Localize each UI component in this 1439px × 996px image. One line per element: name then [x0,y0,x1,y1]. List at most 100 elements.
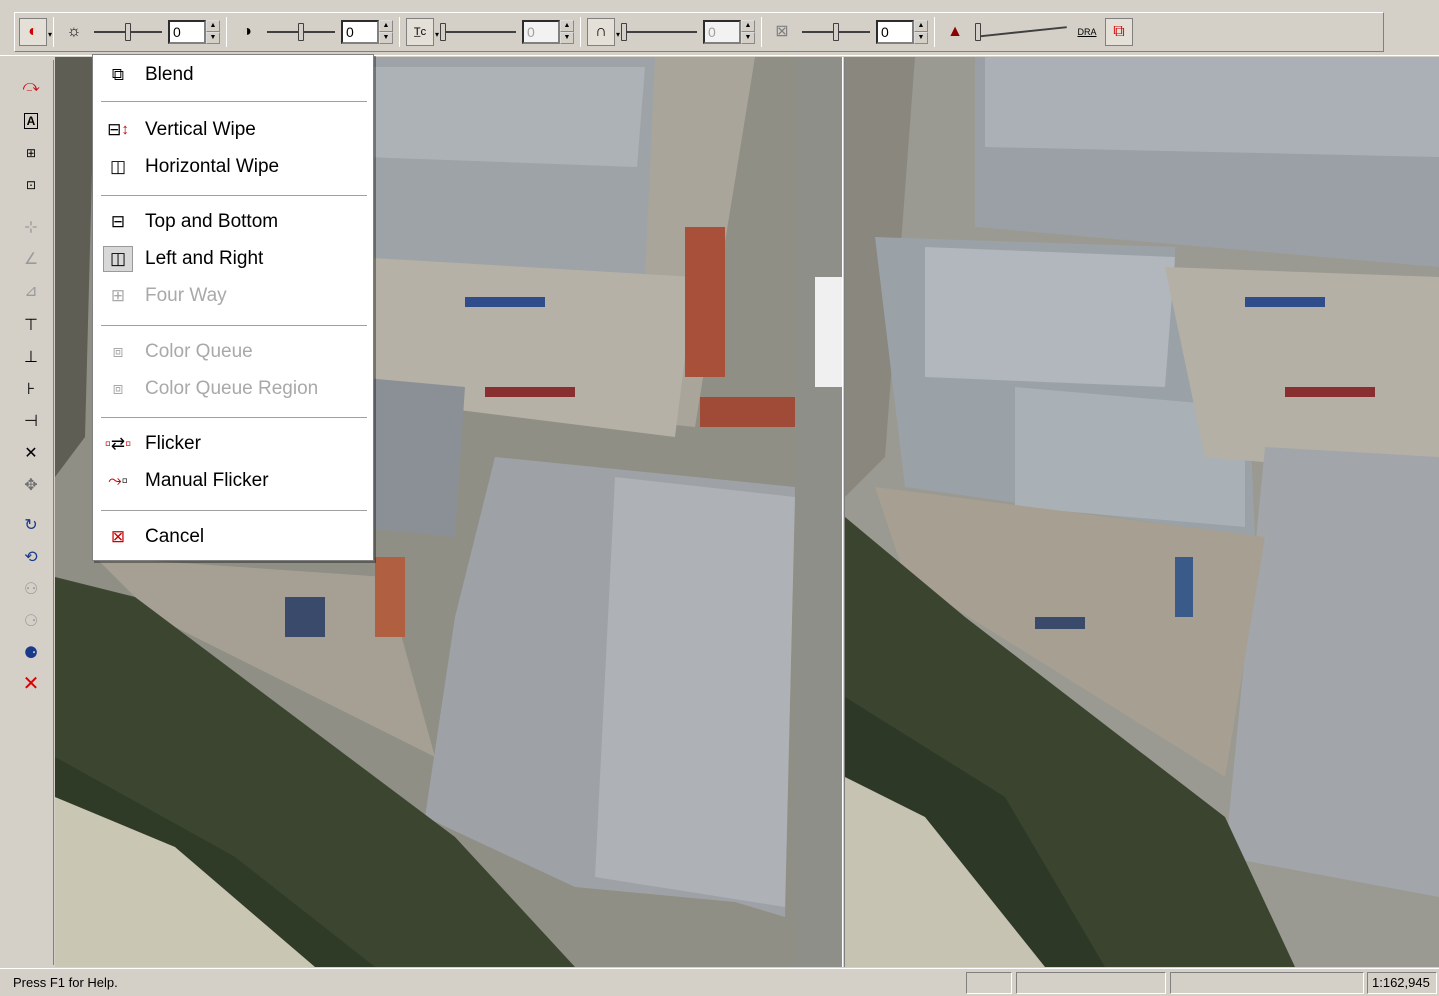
histogram-icon: ▲ [947,23,963,40]
sync-icon: ⚆ [23,613,39,630]
color-queue-icon: ⧈ [112,341,124,361]
blend-icon: ⧉ [111,64,125,84]
menu-item-four-way: ⊞ Four Way [93,279,373,312]
four-way-icon: ⊞ [110,285,126,305]
spin-up-arrow[interactable]: ▲ [560,20,574,32]
height-tool-button[interactable]: ⊥ [18,344,44,370]
tone-value[interactable]: 0 [522,20,560,44]
callout-tool-button[interactable]: ⊡ [18,172,44,198]
contrast-spinner[interactable]: 0 ▲ ▼ [341,20,393,44]
spin-down-arrow[interactable]: ▼ [560,32,574,44]
menu-item-vertical-wipe[interactable]: ⊟ ↕ Vertical Wipe [93,113,373,146]
polygon-icon: ⊿ [24,283,38,300]
menu-item-label: Top and Bottom [145,210,279,232]
rotate-free-icon: ⟲ [24,549,38,566]
sharpen-value[interactable]: 0 [876,20,914,44]
menu-item-left-and-right[interactable]: ◫ Left and Right [93,242,373,275]
menu-item-horizontal-wipe[interactable]: ◫ Horizontal Wipe [93,150,373,183]
menu-item-blend[interactable]: ⧉ Blend [93,58,373,91]
dra-button[interactable]: DRA [1073,18,1101,46]
app-window: ◐ ▾ ☼ 0 ▲ ▼ ◑ 0 ▲ ▼ T̲c ▾ 0 ▲ ▼ ∩ ▾ 0 ▲ ▼ ⊠ 0 ▲ ▼ ▲ [0,0,1439,996]
tone-slider[interactable] [438,20,518,44]
curve-icon: ∩ [595,23,607,40]
brightness-icon: ☼ [66,23,82,40]
perimeter-tool-button[interactable]: ⊣ [18,408,44,434]
contrast-button[interactable]: ◑ [233,18,261,46]
gamma-slider-thumb[interactable] [975,23,981,41]
menu-item-label: Vertical Wipe [145,118,256,140]
dropdown-arrow-icon: ▾ [47,30,52,39]
menu-item-label: Cancel [145,525,205,547]
display-options-icon: ⧉ [1113,23,1125,40]
spin-up-arrow[interactable]: ▲ [741,20,755,32]
curve-dropdown-button[interactable]: ∩ ▾ [587,18,620,46]
menu-item-label: Blend [145,63,194,85]
brightness-slider-thumb[interactable] [125,23,131,41]
pan-tool-button[interactable]: ⤼ [18,74,44,100]
histogram-button[interactable]: ▲ [941,18,969,46]
tone-spinner[interactable]: 0 ▲ ▼ [522,20,574,44]
label-tool-button[interactable]: ⊞ [18,140,44,166]
top-bottom-icon: ⊟ [110,211,126,231]
curve-value[interactable]: 0 [703,20,741,44]
contrast-value[interactable]: 0 [341,20,379,44]
polygon-tool-button[interactable]: ⊿ [18,278,44,304]
pan-icon: ⤼ [22,78,40,95]
area-tool-button[interactable]: ⊦ [18,376,44,402]
menu-item-manual-flicker[interactable]: ⤳ ▫ Manual Flicker [93,464,373,497]
curve-spinner[interactable]: 0 ▲ ▼ [703,20,755,44]
spin-up-arrow[interactable]: ▲ [206,20,220,32]
brightness-spinner[interactable]: 0 ▲ ▼ [168,20,220,44]
line-tool-button[interactable]: ∠ [18,246,44,272]
brightness-slider[interactable] [92,20,164,44]
rotate-tool-button[interactable]: ↻ [18,512,44,538]
spin-down-arrow[interactable]: ▼ [741,32,755,44]
tone-dropdown-button[interactable]: T̲c ▾ [406,18,439,46]
menu-item-label: Left and Right [145,247,264,269]
right-image-pane[interactable] [845,57,1439,967]
brightness-value[interactable]: 0 [168,20,206,44]
measure-tool-button[interactable]: ⊤ [18,312,44,338]
gamma-slider[interactable] [973,20,1069,44]
contrast-slider-thumb[interactable] [298,23,304,41]
sharpen-slider[interactable] [800,20,872,44]
image-adjust-toolbar: ◐ ▾ ☼ 0 ▲ ▼ ◑ 0 ▲ ▼ T̲c ▾ 0 ▲ ▼ ∩ ▾ 0 ▲ ▼ ⊠ 0 ▲ ▼ ▲ [14,12,1384,52]
delete-measure-tool-button[interactable]: ✕ [18,440,44,466]
curve-slider-thumb[interactable] [621,23,627,41]
menu-separator [101,510,367,512]
link-tool-button[interactable]: ⚇ [18,576,44,602]
spin-down-arrow[interactable]: ▼ [379,32,393,44]
menu-separator [101,195,367,197]
display-options-button[interactable]: ⧉ [1105,18,1133,46]
point-tool-button[interactable]: ⊹ [18,214,44,240]
top-toolbar: ◐ ▾ ☼ 0 ▲ ▼ ◑ 0 ▲ ▼ T̲c ▾ 0 ▲ ▼ ∩ ▾ 0 ▲ ▼ ⊠ 0 ▲ ▼ ▲ [0,0,1439,56]
menu-item-cancel[interactable]: ⊠ Cancel [93,520,373,553]
sharpen-spinner[interactable]: 0 ▲ ▼ [876,20,928,44]
toolbar-separator [53,17,54,47]
rotate-free-tool-button[interactable]: ⟲ [18,544,44,570]
menu-separator [101,325,367,327]
curve-slider[interactable] [619,20,699,44]
link-icon: ⚇ [23,581,39,598]
spin-up-arrow[interactable]: ▲ [914,20,928,32]
brightness-button[interactable]: ☼ [60,18,88,46]
toolbar-separator [399,17,400,47]
spin-down-arrow[interactable]: ▼ [914,32,928,44]
menu-item-flicker[interactable]: ▫ ⇄ ▫ Flicker [93,427,373,460]
status-panel-1 [966,972,1012,994]
tone-slider-thumb[interactable] [440,23,446,41]
delete-measure-icon: ✕ [24,445,38,462]
menu-item-top-and-bottom[interactable]: ⊟ Top and Bottom [93,205,373,238]
crosshair-tool-button[interactable]: ✥ [18,472,44,498]
clear-all-button[interactable]: ✕ [18,670,44,696]
spin-down-arrow[interactable]: ▼ [206,32,220,44]
text-tool-button[interactable]: A [18,108,44,134]
status-bar: Press F1 for Help. 1:162,945 [0,968,1439,996]
swipe-mode-dropdown-button[interactable]: ◐ ▾ [19,18,52,46]
shapes-tool-button[interactable]: ⚈ [18,640,44,666]
contrast-slider[interactable] [265,20,337,44]
sharpen-slider-thumb[interactable] [833,23,839,41]
spin-up-arrow[interactable]: ▲ [379,20,393,32]
sharpen-button[interactable]: ⊠ [768,18,796,46]
sync-tool-button[interactable]: ⚆ [18,608,44,634]
